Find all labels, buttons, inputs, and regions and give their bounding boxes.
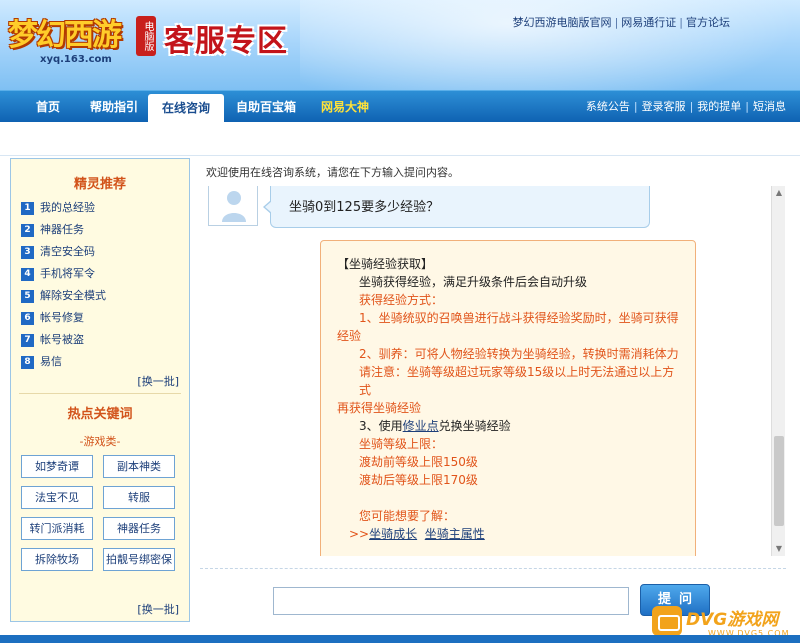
logo-url: xyq.163.com [40, 54, 112, 65]
list-item[interactable]: 1 我的总经验 [21, 197, 181, 219]
chat-area: 坐骑0到125要多少经验？ 【坐骑经验获取】 坐骑获得经验，满足升级条件后会自动… [200, 186, 786, 556]
nav-right-links: 系统公告 | 登录客服 | 我的提单 | 短消息 [585, 100, 786, 113]
welcome-text: 欢迎使用在线咨询系统，请您在下方输入提问内容。 [206, 166, 459, 179]
keyword-button[interactable]: 转门派消耗 [21, 517, 93, 540]
mount-attribute-link[interactable]: 坐骑主属性 [425, 527, 485, 541]
top-link-forum[interactable]: 官方论坛 [686, 16, 730, 29]
recommend-list: 1 我的总经验 2 神器任务 3 清空安全码 4 手机将军令 5 解除安全模式 6 帐号修复… [21, 197, 181, 373]
keyword-button[interactable]: 法宝不见 [21, 486, 93, 509]
answer-title: 【坐骑经验获取】 [337, 257, 434, 271]
user-silhouette-icon [222, 191, 246, 222]
refresh-keywords-link[interactable]: [换一批] [137, 601, 179, 617]
gamepad-icon [652, 606, 682, 636]
logo-badge: 电脑版 [136, 16, 156, 56]
chat-scrollbar[interactable]: ▲ ▼ [771, 186, 785, 556]
keyword-button[interactable]: 拍靓号绑密保 [103, 548, 175, 571]
list-item[interactable]: 6 帐号修复 [21, 307, 181, 329]
nav-link-my-tickets[interactable]: 我的提单 [697, 100, 741, 113]
top-links: 梦幻西游电脑版官网 | 网易通行证 | 官方论坛 [512, 16, 730, 29]
nav-online-consult[interactable]: 在线咨询 [148, 94, 224, 123]
question-input[interactable] [273, 587, 629, 615]
nav-netease-dashen[interactable]: 网易大神 [308, 91, 382, 123]
game-logo[interactable]: 梦幻西游 电脑版 xyq.163.com [8, 6, 158, 66]
keyword-button[interactable]: 拆除牧场 [21, 548, 93, 571]
logo-text: 梦幻西游 [8, 18, 122, 53]
keyword-category-label: -游戏类- [79, 435, 121, 448]
divider [200, 568, 786, 569]
avatar [208, 186, 258, 226]
refresh-recommend-link[interactable]: [换一批] [137, 373, 179, 389]
nav-link-messages[interactable]: 短消息 [753, 100, 786, 113]
list-item[interactable]: 2 神器任务 [21, 219, 181, 241]
nav-home[interactable]: 首页 [18, 91, 78, 123]
site-header: 梦幻西游 电脑版 xyq.163.com 客服专区 梦幻西游电脑版官网 | 网易通行… [0, 0, 800, 90]
bottom-bar [0, 635, 800, 643]
answer-bubble: 【坐骑经验获取】 坐骑获得经验，满足升级条件后会自动升级 获得经验方式： 1、坐… [320, 240, 696, 556]
sub-bar [0, 122, 800, 156]
recommend-title: 精灵推荐 [73, 177, 126, 192]
left-sidebar: 精灵推荐 1 我的总经验 2 神器任务 3 清空安全码 4 手机将军令 5 解除安全模式 … [10, 158, 190, 622]
main-nav: 首页 帮助指引 在线咨询 自助百宝箱 网易大神 系统公告 | 登录客服 | 我的提单 | 短… [0, 90, 800, 123]
zone-title: 客服专区 [164, 24, 288, 59]
keyword-button[interactable]: 转服 [103, 486, 175, 509]
nav-help[interactable]: 帮助指引 [80, 91, 148, 123]
hot-keywords-title: 热点关键词 [67, 407, 133, 422]
keyword-button[interactable]: 副本神类 [103, 455, 175, 478]
mount-growth-link[interactable]: 坐骑成长 [369, 527, 417, 541]
keyword-button[interactable]: 如梦奇谭 [21, 455, 93, 478]
top-link-passport[interactable]: 网易通行证 [621, 16, 676, 29]
scroll-up-icon[interactable]: ▲ [772, 186, 786, 200]
xiuye-point-link[interactable]: 修业点 [403, 419, 439, 433]
nav-link-login[interactable]: 登录客服 [642, 100, 686, 113]
divider [19, 393, 181, 394]
nav-link-announcements[interactable]: 系统公告 [586, 100, 630, 113]
keyword-button[interactable]: 神器任务 [103, 517, 175, 540]
scroll-thumb[interactable] [774, 436, 784, 526]
nav-self-service[interactable]: 自助百宝箱 [228, 91, 304, 123]
list-item[interactable]: 4 手机将军令 [21, 263, 181, 285]
list-item[interactable]: 5 解除安全模式 [21, 285, 181, 307]
question-bubble: 坐骑0到125要多少经验？ [263, 186, 650, 228]
list-item[interactable]: 7 帐号被盗 [21, 329, 181, 351]
list-item[interactable]: 3 清空安全码 [21, 241, 181, 263]
top-link-official-site[interactable]: 梦幻西游电脑版官网 [513, 16, 612, 29]
list-item[interactable]: 8 易信 [21, 351, 181, 373]
scroll-down-icon[interactable]: ▼ [772, 542, 786, 556]
